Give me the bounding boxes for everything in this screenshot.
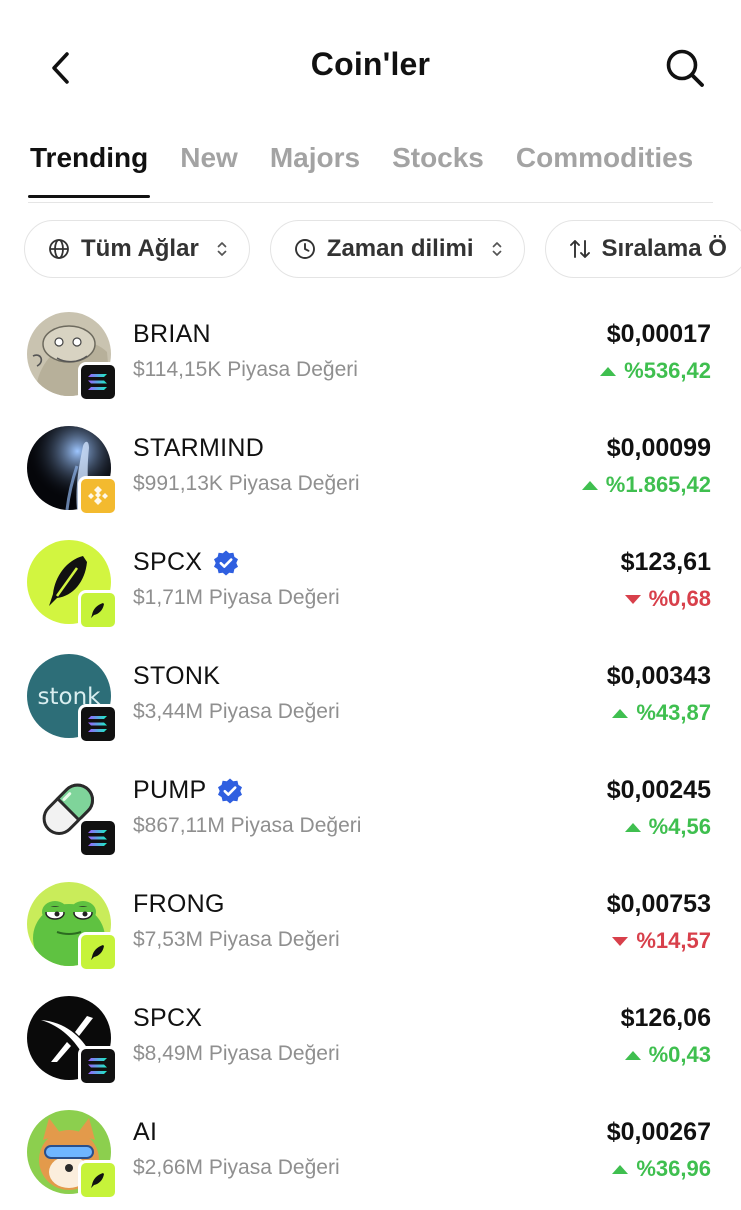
search-button[interactable] [659, 42, 711, 94]
solana-icon [87, 1057, 109, 1075]
coin-change-value: %43,87 [636, 700, 711, 726]
coin-market-cap: $1,71M Piyasa Değeri [133, 586, 340, 610]
coin-market-cap: $114,15K Piyasa Değeri [133, 358, 358, 382]
coin-name: PUMP [133, 776, 206, 805]
coin-price: $123,61 [621, 548, 711, 577]
clock-icon [294, 238, 316, 260]
filter-bar: Tüm Ağlar Zaman dilimi [0, 220, 741, 282]
triangle-up-icon [612, 709, 628, 718]
sort-filter-label: Sıralama Ö [602, 235, 727, 263]
coin-market-cap: $7,53M Piyasa Değeri [133, 928, 340, 952]
coin-change-value: %536,42 [624, 358, 711, 384]
coin-market-cap: $991,13K Piyasa Değeri [133, 472, 359, 496]
coin-change: %36,96 [612, 1156, 711, 1182]
sort-filter-chip[interactable]: Sıralama Ö [545, 220, 741, 278]
search-icon [663, 46, 707, 90]
coin-change-value: %14,57 [636, 928, 711, 954]
tabs-divider [28, 202, 713, 203]
coin-change: %14,57 [612, 928, 711, 954]
solana-icon [87, 373, 109, 391]
coin-change-value: %0,68 [649, 586, 711, 612]
solana-chain-badge [78, 818, 118, 858]
coin-change: %1.865,42 [582, 472, 711, 498]
triangle-up-icon [582, 481, 598, 490]
coin-list: BRIAN $114,15K Piyasa Değeri $0,00017 %5… [0, 298, 741, 1210]
verified-badge-icon [216, 777, 244, 805]
solana-icon [87, 715, 109, 733]
list-item[interactable]: FRONG $7,53M Piyasa Değeri $0,00753 %14,… [0, 868, 741, 982]
coin-price: $0,00099 [607, 434, 711, 463]
coin-change: %0,68 [625, 586, 711, 612]
coin-change: %43,87 [612, 700, 711, 726]
verified-badge-icon [212, 549, 240, 577]
coin-change-value: %4,56 [649, 814, 711, 840]
triangle-down-icon [625, 595, 641, 604]
coin-change: %4,56 [625, 814, 711, 840]
coin-market-cap: $867,11M Piyasa Değeri [133, 814, 361, 838]
coin-market-cap: $3,44M Piyasa Değeri [133, 700, 340, 724]
coin-name: FRONG [133, 890, 225, 919]
coin-name: STONK [133, 662, 220, 691]
coin-change-value: %36,96 [636, 1156, 711, 1182]
quill-icon [88, 600, 108, 620]
category-tabs: Trending New Majors Stocks Commodities [0, 130, 741, 204]
coin-price: $0,00245 [607, 776, 711, 805]
solana-chain-badge [78, 704, 118, 744]
tab-stocks[interactable]: Stocks [392, 142, 484, 198]
bnb-icon [87, 485, 109, 507]
header: Coin'ler [0, 0, 741, 130]
list-item[interactable]: SPCX $1,71M Piyasa Değeri $123,61 %0,68 [0, 526, 741, 640]
tab-majors[interactable]: Majors [270, 142, 360, 198]
bnb-chain-badge [78, 476, 118, 516]
timeframe-filter-label: Zaman dilimi [327, 235, 474, 263]
list-item[interactable]: stonk STONK $3,44M Piyasa Değeri $0,0034… [0, 640, 741, 754]
coin-price: $0,00267 [607, 1118, 711, 1147]
triangle-up-icon [600, 367, 616, 376]
timeframe-filter-chip[interactable]: Zaman dilimi [270, 220, 525, 278]
coin-change-value: %1.865,42 [606, 472, 711, 498]
coin-price: $0,00343 [607, 662, 711, 691]
triangle-up-icon [625, 823, 641, 832]
sort-icon [568, 238, 592, 260]
chevron-up-down-icon [216, 240, 228, 258]
list-item[interactable]: SPCX $8,49M Piyasa Değeri $126,06 %0,43 [0, 982, 741, 1096]
coin-market-cap: $2,66M Piyasa Değeri [133, 1156, 340, 1180]
coin-name: SPCX [133, 1004, 202, 1033]
coin-change: %536,42 [600, 358, 711, 384]
list-item[interactable]: PUMP $867,11M Piyasa Değeri $0,00245 %4,… [0, 754, 741, 868]
triangle-up-icon [612, 1165, 628, 1174]
pump-chain-badge [78, 1160, 118, 1200]
tab-commodities[interactable]: Commodities [516, 142, 693, 198]
list-item[interactable]: BRIAN $114,15K Piyasa Değeri $0,00017 %5… [0, 298, 741, 412]
coin-price: $0,00753 [607, 890, 711, 919]
coin-change: %0,43 [625, 1042, 711, 1068]
coin-market-cap: $8,49M Piyasa Değeri [133, 1042, 340, 1066]
network-filter-label: Tüm Ağlar [81, 235, 199, 263]
coin-name: BRIAN [133, 320, 211, 349]
coin-price: $126,06 [621, 1004, 711, 1033]
pump-chain-badge [78, 932, 118, 972]
coin-name: SPCX [133, 548, 202, 577]
triangle-up-icon [625, 1051, 641, 1060]
solana-chain-badge [78, 362, 118, 402]
list-item[interactable]: AI $2,66M Piyasa Değeri $0,00267 %36,96 [0, 1096, 741, 1210]
solana-chain-badge [78, 1046, 118, 1086]
network-filter-chip[interactable]: Tüm Ağlar [24, 220, 250, 278]
tab-new[interactable]: New [180, 142, 238, 198]
globe-icon [48, 238, 70, 260]
page-title: Coin'ler [0, 46, 741, 83]
chevron-up-down-icon [491, 240, 503, 258]
triangle-down-icon [612, 937, 628, 946]
coin-price: $0,00017 [607, 320, 711, 349]
coin-change-value: %0,43 [649, 1042, 711, 1068]
quill-icon [88, 942, 108, 962]
coin-name: AI [133, 1118, 157, 1147]
tab-trending[interactable]: Trending [30, 142, 148, 198]
quill-icon [88, 1170, 108, 1190]
list-item[interactable]: STARMIND $991,13K Piyasa Değeri $0,00099… [0, 412, 741, 526]
pump-chain-badge [78, 590, 118, 630]
coin-name: STARMIND [133, 434, 264, 463]
solana-icon [87, 829, 109, 847]
